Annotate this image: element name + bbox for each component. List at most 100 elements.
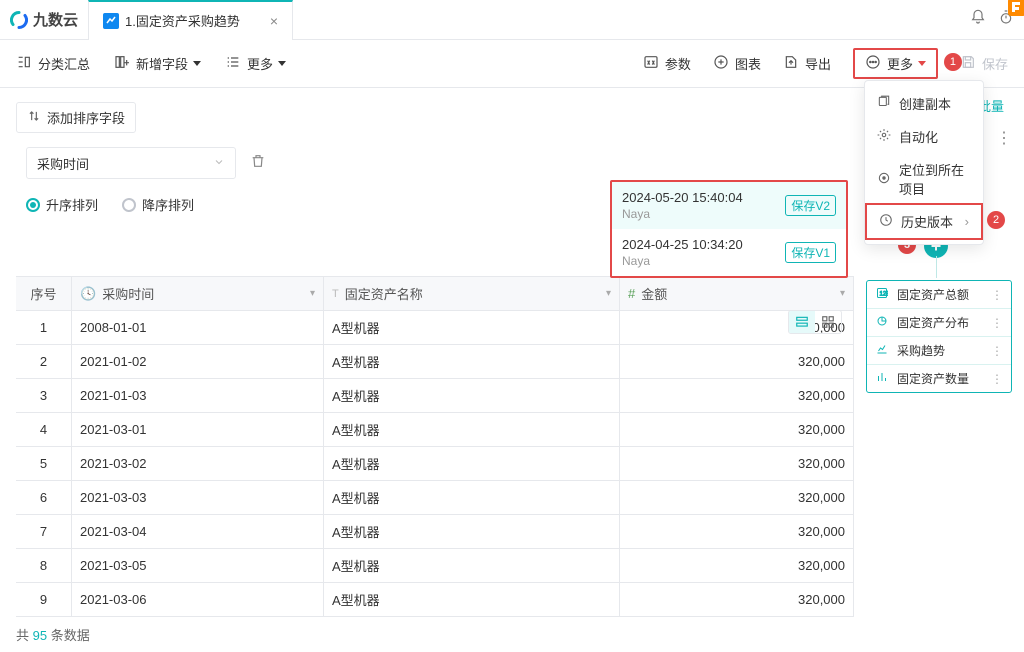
- export-button[interactable]: 导出: [783, 54, 831, 73]
- panel-item-label: 固定资产数量: [897, 370, 969, 387]
- panel-item[interactable]: 采购趋势 ⋮: [867, 337, 1011, 365]
- cell-time: 2021-03-06: [72, 583, 324, 616]
- save-label: 保存: [982, 54, 1008, 73]
- params-label: 参数: [665, 54, 691, 73]
- caret-down-icon: [918, 61, 926, 66]
- panel-item-label: 固定资产总额: [897, 286, 969, 303]
- footer-suffix: 条数据: [47, 628, 90, 643]
- cell-idx: 6: [16, 481, 72, 514]
- col-amount[interactable]: # 金额 ▾: [620, 277, 854, 310]
- close-icon[interactable]: ×: [270, 14, 278, 28]
- more-left-button[interactable]: 更多: [225, 54, 286, 73]
- group-icon: [16, 54, 32, 73]
- cell-amount: 320,000: [620, 515, 854, 548]
- params-button[interactable]: 参数: [643, 54, 691, 73]
- table-row[interactable]: 62021-03-03A型机器320,000: [16, 481, 854, 515]
- tab-active[interactable]: 1.固定资产采购趋势 ×: [88, 0, 293, 40]
- add-field-label: 新增字段: [136, 54, 188, 73]
- more-dots-icon[interactable]: ⋮: [991, 288, 1003, 302]
- logo: 九数云: [0, 9, 88, 30]
- cell-time: 2021-03-02: [72, 447, 324, 480]
- chart-button[interactable]: 图表: [713, 54, 761, 73]
- cell-idx: 2: [16, 345, 72, 378]
- more-dots-icon[interactable]: ⋮: [991, 344, 1003, 358]
- bell-icon[interactable]: [970, 9, 986, 30]
- column-menu-icon[interactable]: ▾: [310, 288, 315, 299]
- menu-locate[interactable]: 定位到所在项目: [865, 153, 983, 205]
- sort-asc-radio[interactable]: 升序排列: [26, 195, 98, 214]
- caret-down-icon: [193, 61, 201, 66]
- text-type-icon: T: [332, 288, 339, 300]
- history-user: Naya: [622, 254, 743, 268]
- table-row[interactable]: 52021-03-02A型机器320,000: [16, 447, 854, 481]
- cell-name: A型机器: [324, 345, 620, 378]
- table-row[interactable]: 72021-03-04A型机器320,000: [16, 515, 854, 549]
- tab-label: 1.固定资产采购趋势: [125, 11, 240, 30]
- view-list-button[interactable]: [789, 311, 815, 333]
- menu-automation[interactable]: 自动化: [865, 120, 983, 153]
- cell-amount: 320,000: [620, 481, 854, 514]
- panel-item-label: 固定资产分布: [897, 314, 969, 331]
- cell-name: A型机器: [324, 447, 620, 480]
- plus-circle-icon: [713, 54, 729, 73]
- view-grid-button[interactable]: [815, 311, 841, 333]
- step-badge-2: 2: [987, 211, 1005, 229]
- chart-label: 图表: [735, 54, 761, 73]
- history-icon: [879, 213, 893, 230]
- panel-item[interactable]: 固定资产数量 ⋮: [867, 365, 1011, 392]
- menu-history-label: 历史版本: [901, 212, 953, 231]
- cell-name: A型机器: [324, 583, 620, 616]
- history-item[interactable]: 2024-05-20 15:40:04 Naya 保存V2: [612, 182, 846, 229]
- history-datetime: 2024-04-25 10:34:20: [622, 237, 743, 252]
- footer-prefix: 共: [16, 628, 33, 643]
- cell-idx: 8: [16, 549, 72, 582]
- cell-amount: 320,000: [620, 345, 854, 378]
- more-dots-icon[interactable]: ⋮: [996, 128, 1012, 148]
- table-row[interactable]: 82021-03-05A型机器320,000: [16, 549, 854, 583]
- col-time[interactable]: 🕓采购时间 ▾: [72, 277, 324, 310]
- trash-icon[interactable]: [250, 153, 266, 174]
- more-right-button[interactable]: 更多 1: [853, 48, 938, 79]
- column-menu-icon[interactable]: ▾: [606, 288, 611, 299]
- history-item[interactable]: 2024-04-25 10:34:20 Naya 保存V1: [612, 229, 846, 276]
- save-button[interactable]: 保存: [960, 54, 1008, 73]
- col-name[interactable]: T固定资产名称 ▾: [324, 277, 620, 310]
- menu-create-copy[interactable]: 创建副本: [865, 87, 983, 120]
- table-row[interactable]: 92021-03-06A型机器320,000: [16, 583, 854, 617]
- add-field-button[interactable]: 新增字段: [114, 54, 201, 73]
- sort-field-select[interactable]: 采购时间: [26, 147, 236, 179]
- number-type-icon: #: [628, 286, 635, 301]
- cell-idx: 9: [16, 583, 72, 616]
- cell-name: A型机器: [324, 311, 620, 344]
- panel-item[interactable]: 固定资产分布 ⋮: [867, 309, 1011, 337]
- sort-desc-label: 降序排列: [142, 195, 194, 214]
- params-icon: [643, 54, 659, 73]
- col-idx: 序号: [16, 277, 72, 310]
- table-row[interactable]: 12008-01-01A型机器320,000: [16, 311, 854, 345]
- col-time-label: 采购时间: [102, 284, 154, 303]
- cell-idx: 1: [16, 311, 72, 344]
- more-dots-icon[interactable]: ⋮: [991, 372, 1003, 386]
- cell-time: 2021-03-04: [72, 515, 324, 548]
- group-summary-button[interactable]: 分类汇总: [16, 54, 90, 73]
- table-row[interactable]: 32021-01-03A型机器320,000: [16, 379, 854, 413]
- menu-history[interactable]: 历史版本 › 2: [865, 203, 983, 240]
- panel-item[interactable]: 123 固定资产总额 ⋮: [867, 281, 1011, 309]
- group-label: 分类汇总: [38, 54, 90, 73]
- cell-time: 2021-03-01: [72, 413, 324, 446]
- sort-desc-radio[interactable]: 降序排列: [122, 195, 194, 214]
- more-circle-icon: [865, 54, 881, 73]
- cell-time: 2021-01-03: [72, 379, 324, 412]
- add-sort-field-button[interactable]: 添加排序字段: [16, 102, 136, 133]
- chart-icon: [103, 13, 119, 29]
- table-row[interactable]: 22021-01-02A型机器320,000: [16, 345, 854, 379]
- list-icon: [225, 54, 241, 73]
- col-amount-label: 金额: [641, 284, 667, 303]
- column-menu-icon[interactable]: ▾: [840, 288, 845, 299]
- more-dots-icon[interactable]: ⋮: [991, 316, 1003, 330]
- more-left-label: 更多: [247, 54, 273, 73]
- cell-idx: 3: [16, 379, 72, 412]
- app-bar: 九数云 1.固定资产采购趋势 ×: [0, 0, 1024, 40]
- logo-icon: [10, 11, 28, 29]
- table-row[interactable]: 42021-03-01A型机器320,000: [16, 413, 854, 447]
